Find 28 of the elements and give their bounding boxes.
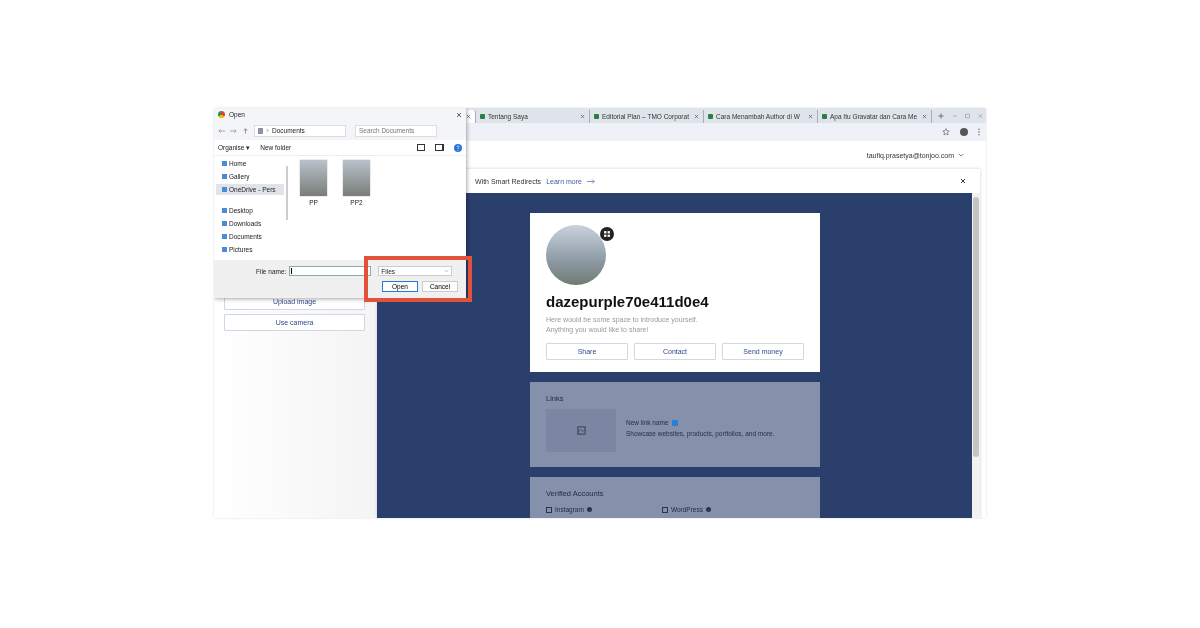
favicon-icon xyxy=(822,114,827,119)
avatar-placeholder xyxy=(546,225,606,285)
forward-icon[interactable] xyxy=(230,127,237,134)
star-icon[interactable] xyxy=(942,128,950,136)
close-icon[interactable] xyxy=(456,111,462,118)
arrow-icon xyxy=(586,178,595,184)
favicon-icon xyxy=(480,114,485,119)
qr-code-icon[interactable] xyxy=(600,227,614,241)
favicon-icon xyxy=(708,114,713,119)
help-icon[interactable] xyxy=(454,143,462,152)
browser-logo-icon xyxy=(218,111,225,118)
close-icon[interactable] xyxy=(466,114,471,119)
view-icon[interactable] xyxy=(417,144,425,151)
photo-placeholder xyxy=(343,160,370,196)
close-icon[interactable] xyxy=(960,178,966,184)
new-tab-icon[interactable] xyxy=(938,112,944,119)
pane-icon[interactable] xyxy=(435,144,444,151)
caret-icon xyxy=(444,269,450,273)
favicon-icon xyxy=(594,114,599,119)
back-icon[interactable] xyxy=(218,127,225,134)
profile-name: dazepurple70e411d0e4 xyxy=(546,293,710,310)
image-icon xyxy=(576,426,586,435)
chevron-icon[interactable] xyxy=(958,153,964,157)
file-name-field[interactable] xyxy=(289,266,372,276)
up-icon[interactable] xyxy=(242,127,249,134)
scrollbar[interactable] xyxy=(972,193,980,518)
photo-placeholder xyxy=(300,160,327,196)
chevron-icon xyxy=(266,128,269,133)
